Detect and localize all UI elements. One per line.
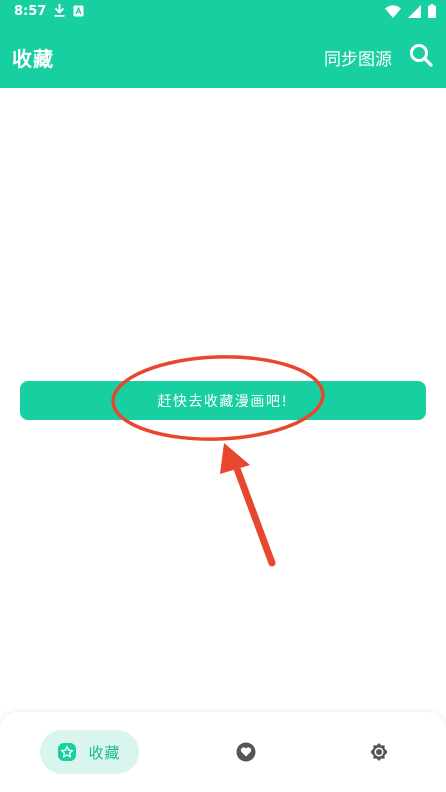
nav-item-settings[interactable] bbox=[359, 730, 399, 774]
app-notification-icon bbox=[73, 5, 84, 16]
favorite-icon bbox=[58, 743, 77, 761]
battery-icon bbox=[428, 4, 436, 18]
annotation-arrow-head bbox=[220, 443, 250, 474]
search-button[interactable] bbox=[408, 42, 434, 68]
wifi-icon bbox=[385, 4, 401, 18]
nav-label-favorites: 收藏 bbox=[88, 743, 121, 762]
settings-icon bbox=[371, 743, 387, 761]
nav-item-heart[interactable] bbox=[226, 730, 266, 774]
app-bar: 收藏 同步图源 bbox=[0, 24, 446, 88]
signal-icon bbox=[408, 4, 421, 18]
nav-item-favorites[interactable]: 收藏 bbox=[40, 730, 139, 774]
bottom-nav: 收藏 bbox=[0, 712, 446, 792]
status-icons-right bbox=[385, 4, 436, 18]
heart-icon bbox=[236, 742, 256, 762]
status-bar: 8:57 bbox=[0, 0, 446, 24]
status-time: 8:57 bbox=[14, 4, 47, 19]
status-icons-left bbox=[54, 4, 84, 17]
page-title: 收藏 bbox=[12, 47, 54, 71]
download-icon bbox=[54, 4, 65, 17]
go-favorite-comics-button[interactable]: 赶快去收藏漫画吧! bbox=[20, 381, 426, 420]
sync-sources-button[interactable]: 同步图源 bbox=[324, 45, 392, 70]
search-icon bbox=[410, 44, 433, 67]
cta-label: 赶快去收藏漫画吧! bbox=[157, 393, 289, 410]
annotation-arrow-shaft bbox=[232, 462, 276, 567]
